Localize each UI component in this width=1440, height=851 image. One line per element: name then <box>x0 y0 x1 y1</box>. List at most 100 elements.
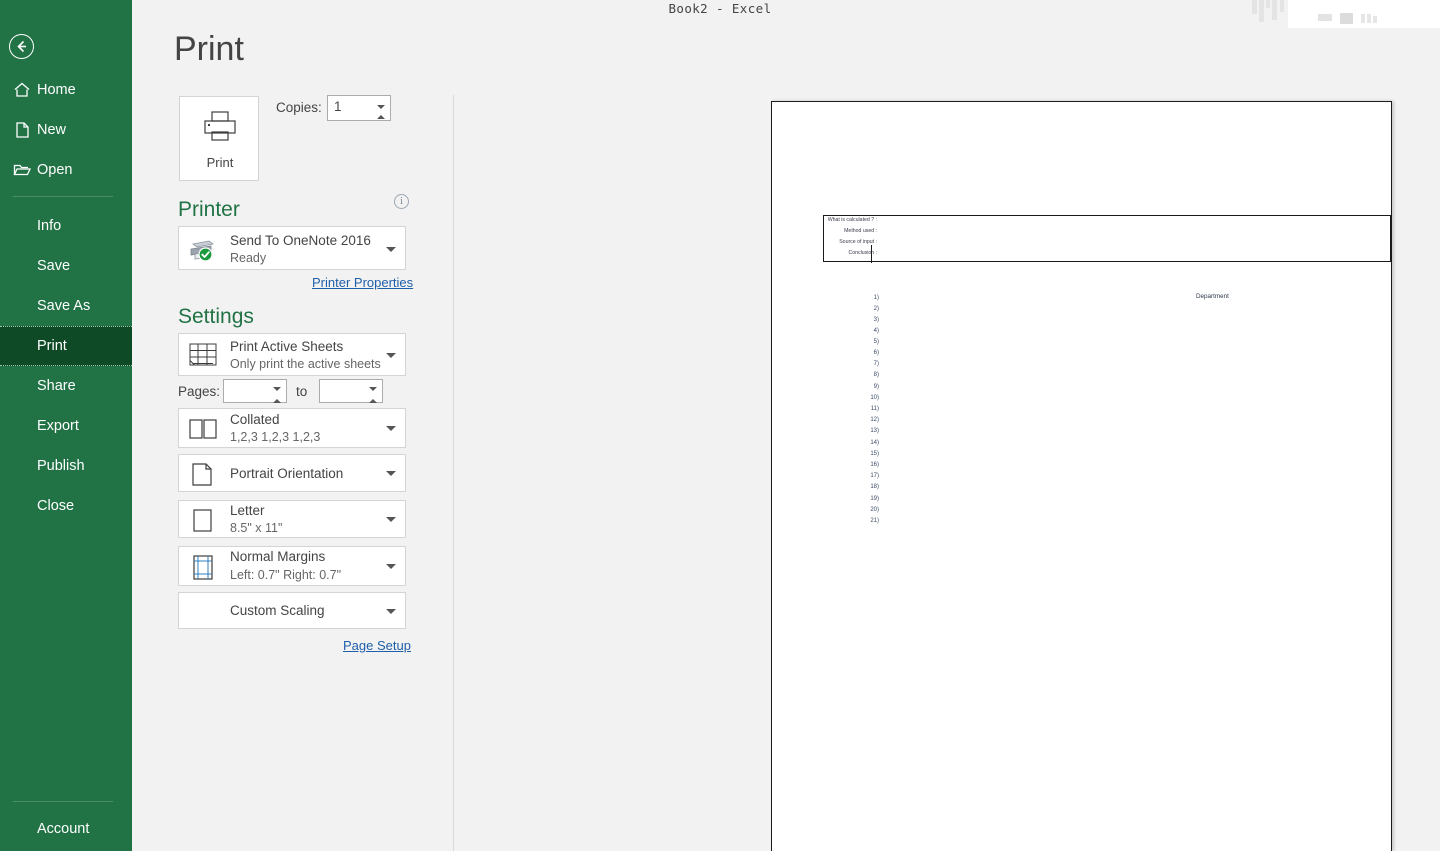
copies-stepper[interactable]: 1 <box>327 95 391 126</box>
ghost-bar-4 <box>1272 0 1277 20</box>
ghost-bar-5 <box>1280 0 1284 12</box>
preview-header-row: Conclusion : <box>848 250 877 256</box>
sidebar-item-close[interactable]: Close <box>0 486 132 526</box>
printer-name: Send To OneNote 2016 <box>230 233 371 248</box>
window-title: Book2 - Excel <box>668 1 772 16</box>
scaling-title: Custom Scaling <box>230 603 325 618</box>
sidebar-item-label: Export <box>37 418 79 434</box>
paper-size-title: Letter <box>230 503 265 518</box>
chevron-down-icon[interactable] <box>386 426 396 431</box>
scaling-select[interactable]: Custom Scaling <box>178 592 406 629</box>
printer-ready-icon <box>187 236 217 267</box>
back-arrow-icon[interactable] <box>9 34 34 59</box>
page-setup-link[interactable]: Page Setup <box>343 638 411 653</box>
sidebar-item-share[interactable]: Share <box>0 366 132 406</box>
preview-row-number: 15) <box>870 451 879 457</box>
info-icon[interactable]: i <box>394 194 409 209</box>
ghost-close-icon-2[interactable] <box>1367 14 1371 23</box>
chevron-down-icon[interactable] <box>386 564 396 569</box>
printer-icon <box>202 110 238 144</box>
ghost-close-icon[interactable] <box>1361 14 1365 23</box>
orientation-select[interactable]: Portrait Orientation <box>178 454 406 492</box>
excel-print-backstage: Book2 - Excel Home New Open Info Save Sa… <box>0 0 1440 851</box>
collation-subtitle: 1,2,3 1,2,3 1,2,3 <box>230 430 321 444</box>
print-range-select[interactable]: Print Active Sheets Only print the activ… <box>178 333 406 376</box>
pages-to-stepper[interactable] <box>319 379 383 408</box>
preview-header-row: Source of input : <box>839 239 877 245</box>
printer-section-heading: Printer <box>178 198 240 221</box>
preview-department-label: Department <box>1196 293 1229 300</box>
preview-row-number: 14) <box>870 440 879 446</box>
chevron-down-icon[interactable] <box>386 353 396 358</box>
preview-row-number: 18) <box>870 484 879 490</box>
sidebar-item-info[interactable]: Info <box>0 206 132 246</box>
print-button-label: Print <box>206 155 234 170</box>
copies-label: Copies: <box>276 100 322 115</box>
portrait-page-icon <box>187 462 217 492</box>
printer-properties-link[interactable]: Printer Properties <box>312 275 413 290</box>
paper-size-select[interactable]: Letter 8.5" x 11" <box>178 500 406 538</box>
preview-header-row: Method used : <box>844 228 877 234</box>
preview-row-number: 1) <box>873 295 879 301</box>
chevron-down-icon[interactable] <box>386 247 396 252</box>
pages-to-decrement-icon[interactable] <box>369 387 378 408</box>
copies-value: 1 <box>334 99 342 114</box>
print-preview-page[interactable]: What is calculated ? : Method used : Sou… <box>771 101 1392 851</box>
collation-select[interactable]: Collated 1,2,3 1,2,3 1,2,3 <box>178 408 406 448</box>
sidebar-item-label: Save <box>37 258 71 274</box>
preview-row-number: 12) <box>870 417 879 423</box>
ghost-close-icon-3[interactable] <box>1373 16 1377 23</box>
sidebar-item-save[interactable]: Save <box>0 246 132 286</box>
preview-row-number: 5) <box>873 339 879 345</box>
ghost-maximize-icon[interactable] <box>1340 13 1353 24</box>
pages-to-label: to <box>296 384 308 399</box>
home-icon <box>12 80 32 100</box>
ghost-minimize-icon[interactable] <box>1318 14 1332 21</box>
sidebar-item-export[interactable]: Export <box>0 406 132 446</box>
sidebar-item-label: Publish <box>37 458 85 474</box>
printer-select[interactable]: Send To OneNote 2016 Ready <box>178 226 406 270</box>
print-range-title: Print Active Sheets <box>230 339 344 354</box>
preview-row-number: 11) <box>870 406 879 412</box>
sidebar-item-print[interactable]: Print <box>0 326 132 366</box>
ghost-bar-3 <box>1266 0 1270 8</box>
chevron-down-icon[interactable] <box>386 609 396 614</box>
sidebar-item-open[interactable]: Open <box>0 150 132 190</box>
chevron-down-icon[interactable] <box>386 471 396 476</box>
sidebar-item-new[interactable]: New <box>0 110 132 150</box>
sidebar-item-label: Print <box>37 338 67 354</box>
preview-header-row: What is calculated ? : <box>827 217 877 223</box>
preview-row-number: 7) <box>873 361 879 367</box>
chevron-down-icon[interactable] <box>386 517 396 522</box>
sidebar-divider-bottom <box>13 801 113 802</box>
sidebar-item-publish[interactable]: Publish <box>0 446 132 486</box>
sidebar-item-save-as[interactable]: Save As <box>0 286 132 326</box>
page-title: Print <box>174 30 244 68</box>
print-button[interactable]: Print <box>179 96 259 181</box>
preview-row-number: 19) <box>870 496 879 502</box>
preview-row-number: 6) <box>873 350 879 356</box>
preview-row-number: 3) <box>873 317 879 323</box>
sidebar-item-home[interactable]: Home <box>0 70 132 110</box>
margins-title: Normal Margins <box>230 549 326 564</box>
copies-decrement-icon[interactable] <box>377 105 386 126</box>
ghost-bar-2 <box>1259 0 1264 22</box>
sidebar-item-label: Close <box>37 498 75 514</box>
orientation-title: Portrait Orientation <box>230 466 344 481</box>
preview-row-number: 9) <box>873 384 879 390</box>
preview-row-number: 2) <box>873 306 879 312</box>
title-bar: Book2 - Excel <box>0 0 1440 28</box>
print-range-subtitle: Only print the active sheets <box>230 357 381 371</box>
margins-icon <box>187 554 217 586</box>
sidebar-item-label: Share <box>37 378 76 394</box>
ghost-bar-1 <box>1252 0 1257 14</box>
sidebar-divider-top <box>13 196 113 197</box>
open-folder-icon <box>12 160 32 180</box>
sidebar-item-label: Account <box>37 821 90 837</box>
sidebar-item-label: Home <box>37 82 76 98</box>
sidebar-item-account[interactable]: Account <box>0 809 132 849</box>
pages-from-stepper[interactable] <box>223 379 287 408</box>
pages-from-decrement-icon[interactable] <box>273 387 282 408</box>
preview-row-number: 17) <box>870 473 879 479</box>
margins-select[interactable]: Normal Margins Left: 0.7" Right: 0.7" <box>178 546 406 586</box>
